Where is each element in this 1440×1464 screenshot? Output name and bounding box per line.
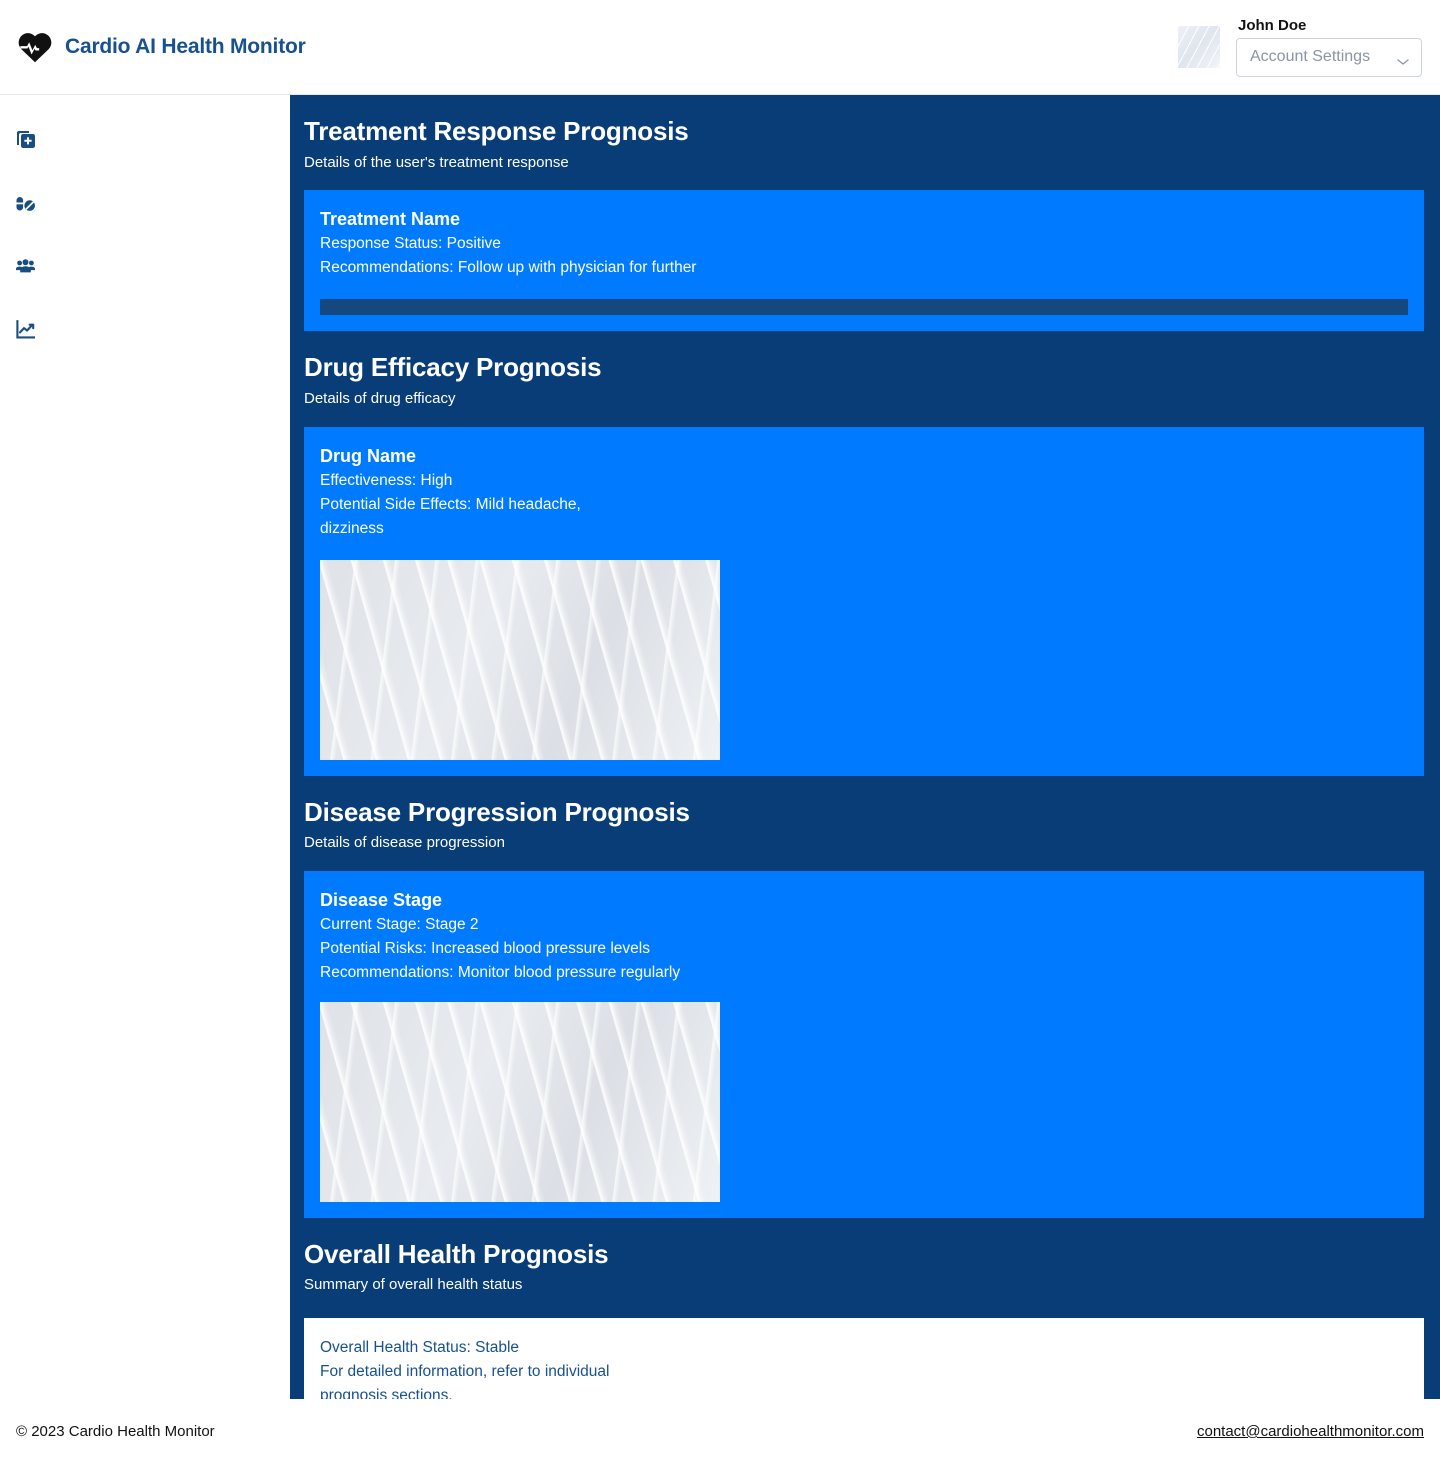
card-text: Disease Stage Current Stage: Stage 2 Pot…	[320, 887, 1408, 985]
heart-pulse-icon	[18, 30, 52, 64]
overall-card[interactable]: Overall Health Status: Stable For detail…	[304, 1318, 1424, 1399]
disease-image	[320, 1001, 720, 1202]
footer-copyright: © 2023 Cardio Health Monitor	[16, 1423, 215, 1440]
card-line: Recommendations: Continue medication as	[320, 541, 1408, 543]
app-footer: © 2023 Cardio Health Monitor contact@car…	[0, 1399, 1440, 1464]
card-line: Potential Side Effects: Mild headache,	[320, 495, 581, 513]
chevron-down-icon	[1397, 53, 1409, 65]
analytics-chart-icon	[16, 320, 36, 339]
section-overall-health: Overall Health Prognosis Summary of over…	[290, 1218, 1440, 1399]
section-header: Disease Progression Prognosis Details of…	[290, 776, 1440, 854]
footer-contact-link[interactable]: contact@cardiohealthmonitor.com	[1197, 1423, 1424, 1440]
card-line: Overall Health Status: Stable	[320, 1339, 520, 1357]
section-title: Overall Health Prognosis	[304, 1238, 609, 1269]
disease-card[interactable]: Disease Stage Current Stage: Stage 2 Pot…	[304, 870, 1424, 1218]
section-header: Treatment Response Prognosis Details of …	[290, 95, 1440, 173]
card-title: Drug Name	[320, 445, 417, 466]
drug-card[interactable]: Drug Name Effectiveness: High Potential …	[304, 426, 1424, 776]
section-header: Drug Efficacy Prognosis Details of drug …	[290, 331, 1440, 409]
treatment-card[interactable]: Treatment Name Response Status: Positive…	[304, 190, 1424, 332]
card-line: Current Stage: Stage 2	[320, 915, 479, 933]
brand-title: Cardio AI Health Monitor	[65, 35, 306, 58]
section-subtitle: Details of the user's treatment response	[304, 153, 569, 171]
sidebar	[0, 95, 290, 1399]
patients-group-icon	[16, 257, 35, 276]
sidebar-item-patients[interactable]	[0, 235, 290, 298]
sidebar-item-medical-records[interactable]	[0, 109, 290, 172]
card-text: Drug Name Effectiveness: High Potential …	[320, 443, 1408, 543]
section-subtitle: Details of drug efficacy	[304, 389, 456, 407]
drug-image	[320, 559, 720, 760]
section-title: Treatment Response Prognosis	[304, 116, 689, 146]
pills-medication-icon	[16, 194, 35, 213]
card-line: dizziness	[320, 519, 384, 537]
section-drug-efficacy: Drug Efficacy Prognosis Details of drug …	[290, 331, 1440, 776]
section-disease-progression: Disease Progression Prognosis Details of…	[290, 776, 1440, 1218]
user-block: John Doe Account Settings	[1236, 18, 1422, 77]
card-text: Overall Health Status: Stable For detail…	[320, 1336, 1408, 1399]
main-content: Treatment Response Prognosis Details of …	[290, 95, 1440, 1399]
card-text: Treatment Name Response Status: Positive…	[320, 206, 1408, 282]
section-title: Disease Progression Prognosis	[304, 796, 690, 827]
account-settings-value: Account Settings	[1250, 48, 1371, 65]
card-line: Effectiveness: High	[320, 471, 453, 489]
account-settings-select[interactable]: Account Settings	[1236, 37, 1422, 77]
avatar	[1178, 26, 1220, 68]
section-header: Overall Health Prognosis Summary of over…	[290, 1218, 1440, 1296]
card-line: Recommendations: Follow up with physicia…	[320, 259, 697, 277]
card-title: Disease Stage	[320, 889, 443, 910]
section-title: Drug Efficacy Prognosis	[304, 352, 602, 383]
card-line: Response Status: Positive	[320, 235, 501, 253]
broken-image-bar	[320, 299, 1408, 316]
card-line: Potential Risks: Increased blood pressur…	[320, 939, 650, 957]
card-line: prognosis sections.	[320, 1387, 453, 1399]
section-subtitle: Summary of overall health status	[304, 1276, 523, 1294]
user-name: John Doe	[1238, 16, 1307, 34]
brand[interactable]: Cardio AI Health Monitor	[0, 30, 306, 64]
card-line: For detailed information, refer to indiv…	[320, 1363, 610, 1381]
section-subtitle: Details of disease progression	[304, 834, 505, 851]
card-title: Treatment Name	[320, 209, 461, 230]
section-treatment-response: Treatment Response Prognosis Details of …	[290, 95, 1440, 332]
card-line: evaluation	[320, 280, 1408, 282]
sidebar-item-medications[interactable]	[0, 172, 290, 235]
sidebar-item-analytics[interactable]	[0, 298, 290, 361]
medical-records-icon	[16, 131, 35, 150]
card-line: Recommendations: Monitor blood pressure …	[320, 963, 681, 981]
header-right: John Doe Account Settings	[1178, 18, 1440, 77]
app-header: Cardio AI Health Monitor John Doe Accoun…	[0, 0, 1440, 95]
